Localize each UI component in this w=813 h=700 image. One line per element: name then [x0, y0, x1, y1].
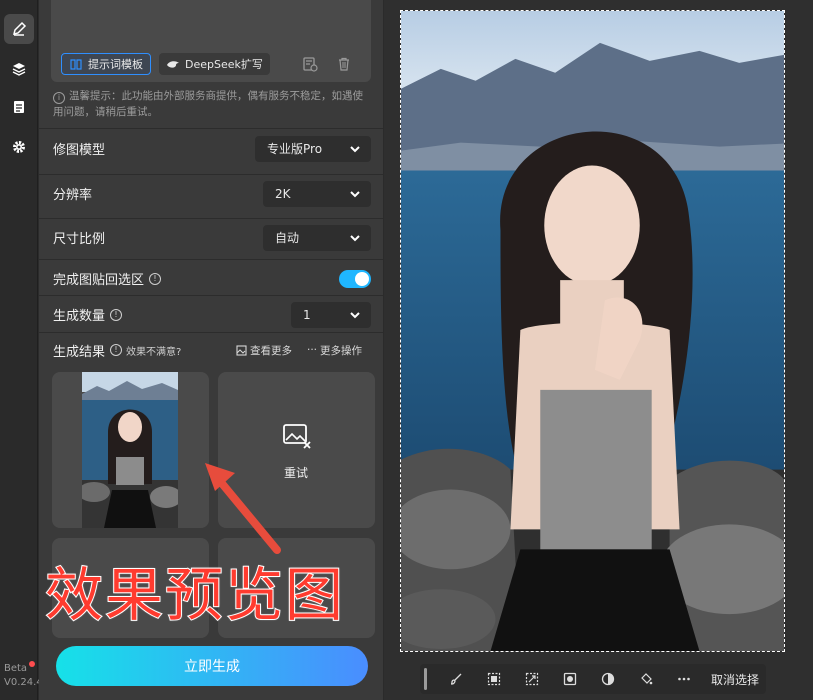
history-icon	[303, 57, 318, 72]
canvas-area: 取消选择	[384, 0, 813, 700]
model-label: 修图模型	[53, 143, 106, 158]
deepseek-label: DeepSeek扩写	[185, 58, 263, 71]
resolution-label: 分辨率	[53, 188, 93, 203]
portrait-thumbnail-image	[82, 372, 178, 528]
view-more-button[interactable]: 查看更多	[236, 343, 292, 358]
model-row: 修图模型 专业版Pro	[39, 128, 383, 168]
resolution-select[interactable]: 2K	[263, 180, 371, 207]
results-title: 生成结果	[53, 344, 106, 360]
result-card[interactable]	[52, 372, 209, 528]
icon-rail: Beta V0.24.4	[0, 0, 43, 700]
view-more-label: 查看更多	[250, 344, 292, 357]
result-thumbnail[interactable]	[82, 372, 178, 528]
more-tools-button[interactable]	[665, 664, 703, 694]
paste-back-toggle[interactable]	[339, 269, 371, 288]
aspect-value: 自动	[275, 231, 300, 245]
layers-button[interactable]	[4, 54, 34, 84]
cancel-selection-button[interactable]: 取消选择	[711, 671, 759, 688]
count-label: 生成数量	[53, 309, 106, 324]
trash-icon	[339, 57, 349, 71]
chevron-down-icon	[350, 145, 360, 152]
expand-icon	[525, 672, 539, 686]
portrait-image	[401, 11, 784, 651]
contrast-icon	[601, 672, 615, 686]
notice-text: 温馨提示：此功能由外部服务商提供，偶有服务不稳定，如遇使用问题，请稍后重试。	[53, 90, 363, 118]
settings-button[interactable]	[4, 132, 34, 162]
count-select[interactable]: 1	[291, 301, 371, 328]
ellipsis-icon	[678, 677, 690, 681]
generate-label: 立即生成	[184, 659, 240, 675]
history-button[interactable]	[301, 55, 319, 73]
paste-back-label: 完成图贴回选区	[53, 273, 145, 288]
count-value: 1	[303, 307, 311, 322]
bucket-icon	[641, 673, 653, 685]
count-row: 生成数量 ! 1	[39, 295, 383, 333]
invert-selection-icon	[487, 672, 501, 686]
delete-button[interactable]	[335, 55, 353, 73]
chevron-down-icon	[350, 234, 360, 241]
fill-button[interactable]	[627, 664, 665, 694]
pencil-icon	[12, 21, 27, 36]
expand-selection-button[interactable]	[513, 664, 551, 694]
info-icon[interactable]: !	[149, 272, 162, 285]
gear-icon	[13, 141, 25, 153]
version-info: Beta V0.24.4	[4, 661, 43, 690]
notes-button[interactable]	[4, 92, 34, 122]
info-icon: i	[53, 92, 65, 104]
ellipsis-icon: ···	[307, 344, 318, 356]
gallery-icon	[236, 344, 247, 356]
layers-icon	[12, 63, 26, 76]
settings-panel: 提示词模板 DeepSeek扩写 i 温馨提示：此功能由外部服务商提供，偶有服务不…	[39, 0, 383, 700]
toolbar-drag-handle[interactable]	[424, 668, 427, 690]
model-select[interactable]: 专业版Pro	[255, 135, 371, 162]
paste-back-row: 完成图贴回选区 !	[39, 259, 383, 297]
notes-icon	[14, 101, 24, 113]
mask-button[interactable]	[551, 664, 589, 694]
prompt-template-button[interactable]: 提示词模板	[61, 53, 151, 75]
invert-selection-button[interactable]	[475, 664, 513, 694]
brush-tool-button[interactable]	[437, 664, 475, 694]
mask-icon	[563, 672, 577, 686]
service-notice: i 温馨提示：此功能由外部服务商提供，偶有服务不稳定，如遇使用问题，请稍后重试。	[53, 88, 371, 120]
edit-tool-button[interactable]	[4, 14, 34, 44]
more-ops-label: 更多操作	[320, 344, 363, 357]
annotation-arrow	[205, 463, 281, 554]
resolution-value: 2K	[275, 186, 291, 201]
update-dot	[29, 661, 36, 667]
chevron-down-icon	[350, 190, 360, 197]
beta-label: Beta	[4, 663, 28, 674]
chevron-down-icon	[350, 311, 360, 318]
results-header: 生成结果 ! 效果不满意? 查看更多 ··· 更多操作	[53, 342, 373, 360]
info-icon[interactable]: !	[110, 308, 123, 321]
app-window: Beta V0.24.4 提示词模板 DeepSeek扩写 i 温馨提示：此功能由…	[0, 0, 813, 700]
divider	[39, 332, 383, 333]
unsatisfied-link[interactable]: 效果不满意?	[126, 343, 181, 358]
aspect-label: 尺寸比例	[53, 232, 106, 247]
resolution-row: 分辨率 2K	[39, 174, 383, 212]
version-label: V0.24.4	[4, 677, 43, 688]
info-icon[interactable]: !	[110, 344, 123, 356]
generate-button[interactable]: 立即生成	[56, 646, 368, 686]
deepseek-expand-button[interactable]: DeepSeek扩写	[159, 53, 270, 75]
more-ops-button[interactable]: ··· 更多操作	[307, 343, 362, 358]
prompt-box[interactable]: 提示词模板 DeepSeek扩写	[51, 0, 371, 82]
selection-frame[interactable]	[400, 10, 785, 652]
contrast-button[interactable]	[589, 664, 627, 694]
annotation-label: 效果预览图	[44, 561, 346, 629]
brush-icon	[450, 673, 462, 685]
image-error-icon	[283, 424, 311, 449]
canvas-toolbar: 取消选择	[420, 664, 766, 694]
aspect-select[interactable]: 自动	[263, 224, 371, 251]
prompt-template-label: 提示词模板	[88, 58, 143, 71]
whale-icon	[167, 61, 179, 68]
book-icon	[70, 59, 82, 70]
aspect-row: 尺寸比例 自动	[39, 218, 383, 256]
model-value: 专业版Pro	[267, 142, 323, 156]
